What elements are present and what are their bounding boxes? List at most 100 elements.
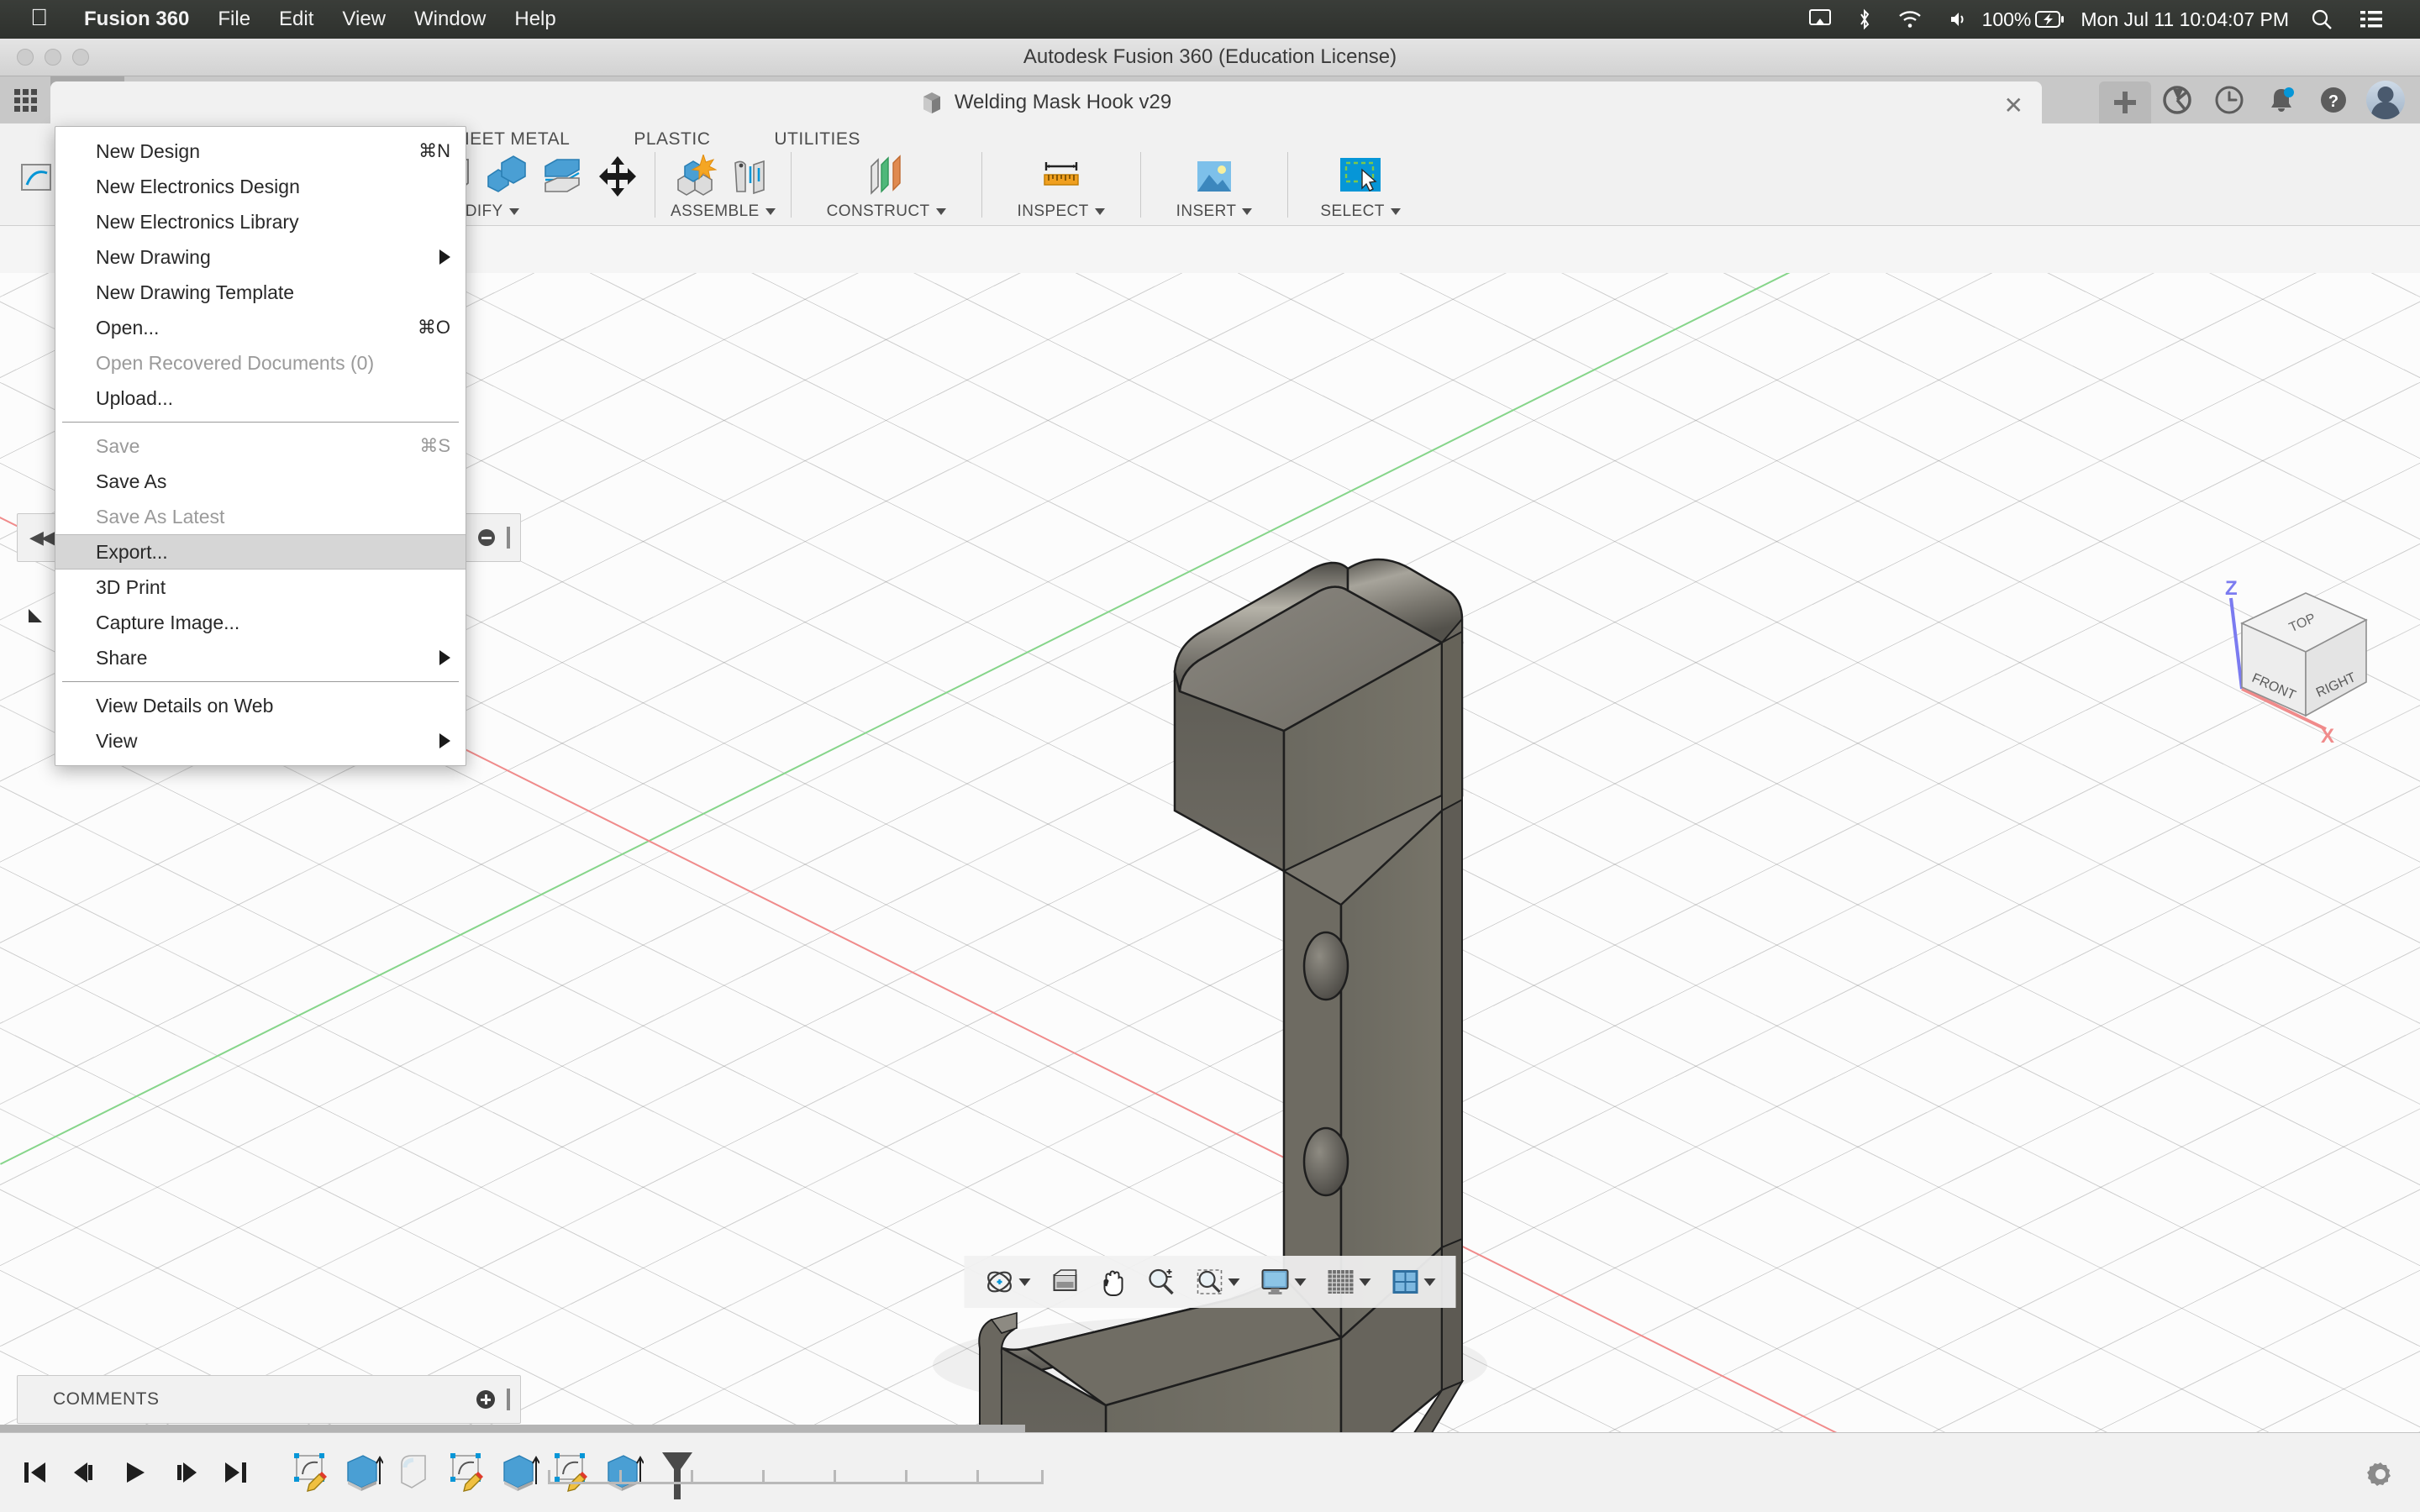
timeline-scrollbar[interactable] [0,1425,1025,1432]
combine-icon[interactable] [485,155,529,198]
menu-file[interactable]: File [203,8,265,31]
play-icon[interactable] [121,1460,150,1485]
airplay-icon[interactable] [1796,9,1844,29]
minimize-icon[interactable] [478,529,495,546]
file-dropdown-menu[interactable]: New Design ⌘N New Electronics Design New… [55,126,466,766]
chevron-down-icon[interactable] [1018,1278,1031,1286]
avatar [2366,81,2405,119]
menu-item-capture-image[interactable]: Capture Image... [55,605,466,640]
panel-resize-grip[interactable] [507,1389,510,1410]
joint-icon[interactable] [729,155,772,198]
chevron-down-icon[interactable] [1359,1278,1371,1286]
insert-image-icon[interactable] [1192,155,1236,198]
sketch-feature-icon[interactable] [445,1451,487,1494]
job-status-clock-icon[interactable] [2203,76,2255,123]
chevron-down-icon[interactable] [1294,1278,1307,1286]
notification-bell-icon[interactable] [2255,76,2307,123]
fusion-top-bar: Welding Mask Hook v29 ✕ ? [0,76,2420,123]
menu-item-label: Save As Latest [96,505,225,528]
menu-item-new-drawing[interactable]: New Drawing [55,239,466,275]
menu-item-save-as-latest: Save As Latest [55,499,466,534]
orbit-icon[interactable] [976,1268,1039,1296]
chevron-down-icon[interactable] [1228,1278,1240,1286]
view-cube[interactable]: Z X TOP FRONT RIGHT [2202,571,2403,748]
tab-plastic[interactable]: PLASTIC [602,129,742,150]
grid-snap-icon[interactable] [1318,1268,1380,1295]
menu-item-3d-print[interactable]: 3D Print [55,570,466,605]
new-tab-button[interactable] [2099,81,2151,123]
comments-panel[interactable]: COMMENTS [17,1375,521,1424]
skip-to-end-icon[interactable] [222,1460,250,1485]
panel-label-inspect[interactable]: INSPECT [1018,202,1105,221]
timeline-features[interactable] [289,1451,1044,1499]
menu-view[interactable]: View [328,8,400,31]
z-axis-label: Z [2225,577,2238,600]
look-at-icon[interactable] [1043,1268,1088,1295]
menu-window[interactable]: Window [400,8,500,31]
menu-fusion360[interactable]: Fusion 360 [70,8,203,31]
menu-edit[interactable]: Edit [265,8,328,31]
fillet-feature-icon[interactable] [393,1451,435,1494]
extrude-feature-icon[interactable] [341,1451,384,1494]
submenu-arrow-icon [439,733,450,748]
bluetooth-icon[interactable] [1844,8,1885,30]
panel-construct-text: CONSTRUCT [826,202,930,220]
pan-hand-icon[interactable] [1092,1268,1135,1296]
add-comment-icon[interactable] [476,1390,495,1409]
close-icon[interactable]: ✕ [2004,92,2023,119]
panel-resize-grip[interactable] [507,527,510,549]
offset-plane-icon[interactable] [865,155,908,198]
help-question-icon[interactable]: ? [2307,76,2360,123]
menu-item-label: Open Recovered Documents (0) [96,351,375,374]
extrude-feature-icon[interactable] [497,1451,540,1494]
extension-plug-icon[interactable] [2151,76,2203,123]
user-avatar-icon[interactable] [2360,76,2412,123]
menu-item-new-drawing-template[interactable]: New Drawing Template [55,275,466,310]
step-back-icon[interactable] [71,1460,99,1485]
search-icon[interactable] [2297,8,2346,30]
tab-utilities[interactable]: UTILITIES [742,129,892,150]
step-forward-icon[interactable] [171,1460,200,1485]
menu-item-upload[interactable]: Upload... [55,381,466,416]
menu-item-view[interactable]: View [55,723,466,759]
timeline-settings-gear-icon[interactable] [2365,1458,2396,1494]
sketch-feature-icon[interactable] [289,1451,331,1494]
menu-item-new-electronics-design[interactable]: New Electronics Design [55,169,466,204]
menu-item-view-details-on-web[interactable]: View Details on Web [55,688,466,723]
menu-item-new-electronics-library[interactable]: New Electronics Library [55,204,466,239]
timeline-rail [548,1470,1044,1484]
panel-label-select[interactable]: SELECT [1320,202,1401,221]
measure-icon[interactable] [1039,155,1083,198]
menubar-clock[interactable]: Mon Jul 11 10:04:07 PM [2072,8,2297,31]
timeline-playback-controls[interactable] [0,1460,250,1485]
view-navigation-bar[interactable] [964,1256,1456,1308]
display-settings-icon[interactable] [1252,1268,1315,1295]
menu-help[interactable]: Help [500,8,570,31]
volume-icon[interactable] [1935,10,1982,29]
new-component-icon[interactable] [673,153,718,198]
split-face-icon[interactable] [540,155,584,198]
menu-item-export[interactable]: Export... [55,534,466,570]
menu-item-open[interactable]: Open... ⌘O [55,310,466,345]
zoom-icon[interactable] [1139,1268,1184,1296]
zoom-window-icon[interactable] [1187,1268,1249,1296]
chevron-down-icon[interactable] [1423,1278,1436,1286]
menu-item-share[interactable]: Share [55,640,466,675]
select-cursor-icon[interactable] [1339,155,1382,198]
viewports-icon[interactable] [1383,1268,1444,1295]
panel-label-insert[interactable]: INSERT [1176,202,1253,221]
move-copy-icon[interactable] [596,155,639,198]
skip-to-start-icon[interactable] [20,1460,49,1485]
document-tab[interactable]: Welding Mask Hook v29 ✕ [50,81,2042,123]
wifi-icon[interactable] [1885,10,1935,29]
app-grid-icon[interactable] [0,76,50,123]
menu-item-save-as[interactable]: Save As [55,464,466,499]
menu-item-label: Save [96,434,140,457]
panel-label-construct[interactable]: CONSTRUCT [827,202,946,221]
timeline-bar[interactable] [0,1425,2420,1512]
apple-logo-icon[interactable]:  [30,6,48,29]
panel-label-assemble[interactable]: ASSEMBLE [671,202,776,221]
control-center-icon[interactable] [2346,10,2396,29]
battery-charging-icon[interactable] [2035,11,2072,28]
menu-item-new-design[interactable]: New Design ⌘N [55,134,466,169]
